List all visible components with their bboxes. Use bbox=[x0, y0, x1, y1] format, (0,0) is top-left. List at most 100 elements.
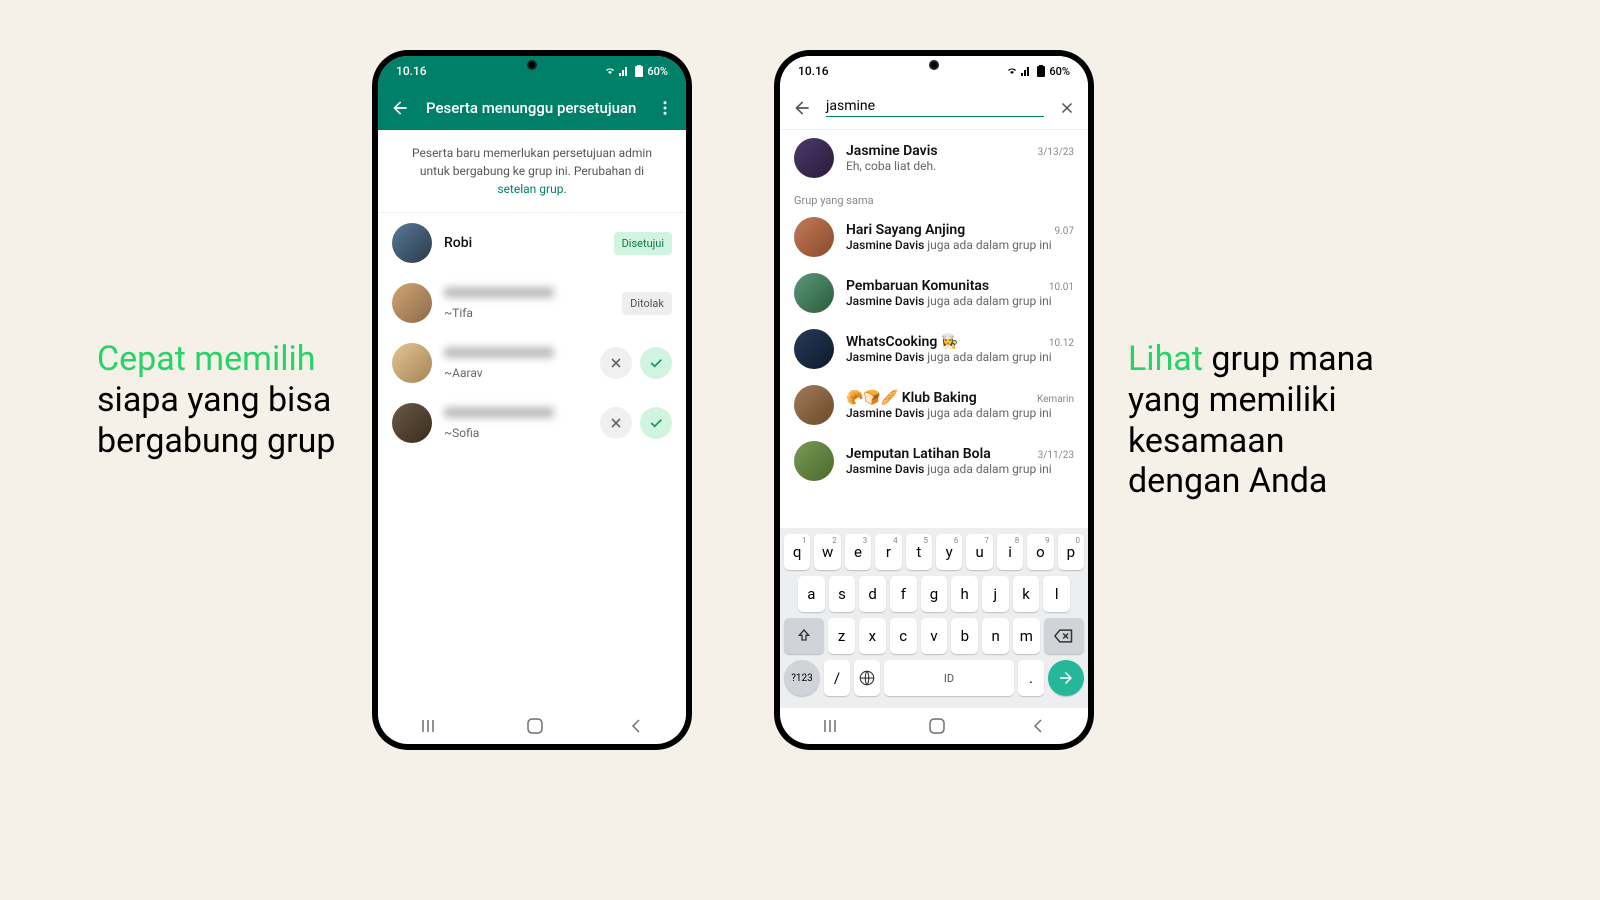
back-button[interactable] bbox=[390, 98, 410, 118]
key-t[interactable]: t5 bbox=[906, 534, 932, 570]
group-name: WhatsCooking 👩‍🍳 bbox=[846, 334, 958, 350]
contact-time: 3/13/23 bbox=[1038, 147, 1074, 158]
caption-right: Lihat grup mana yang memiliki kesamaan d… bbox=[1128, 339, 1388, 502]
key-e[interactable]: e3 bbox=[845, 534, 871, 570]
key-v[interactable]: v bbox=[921, 618, 948, 654]
list-item[interactable]: Robi Disetujui bbox=[378, 213, 686, 273]
wifi-icon bbox=[1006, 66, 1018, 76]
status-icons: 60% bbox=[1006, 65, 1070, 78]
key-g[interactable]: g bbox=[921, 576, 948, 612]
keyboard: q1w2e3r4t5y6u7i8o9p0 asdfghjkl zxcvbnm ?… bbox=[780, 528, 1088, 708]
key-space[interactable]: ID bbox=[884, 660, 1014, 696]
search-input[interactable]: jasmine bbox=[826, 98, 1044, 117]
group-result[interactable]: WhatsCooking 👩‍🍳10.12Jasmine Davis juga … bbox=[780, 321, 1088, 377]
key-m[interactable]: m bbox=[1013, 618, 1040, 654]
avatar bbox=[794, 385, 834, 425]
key-h[interactable]: h bbox=[951, 576, 978, 612]
key-f[interactable]: f bbox=[890, 576, 917, 612]
nav-home-icon[interactable] bbox=[929, 718, 945, 734]
list-item[interactable]: ~Sofia bbox=[378, 393, 686, 453]
participant-name: Robi bbox=[444, 235, 602, 251]
key-c[interactable]: c bbox=[890, 618, 917, 654]
key-i[interactable]: i8 bbox=[997, 534, 1023, 570]
avatar bbox=[794, 441, 834, 481]
avatar bbox=[794, 329, 834, 369]
key-z[interactable]: z bbox=[828, 618, 855, 654]
approve-button[interactable] bbox=[640, 347, 672, 379]
status-badge-rejected: Ditolak bbox=[622, 292, 672, 315]
results-list: Jasmine Davis3/13/23 Eh, coba liat deh. … bbox=[780, 130, 1088, 528]
group-result[interactable]: Jemputan Latihan Bola3/11/23Jasmine Davi… bbox=[780, 433, 1088, 489]
key-b[interactable]: b bbox=[951, 618, 978, 654]
status-time: 10.16 bbox=[396, 64, 427, 78]
key-l[interactable]: l bbox=[1043, 576, 1070, 612]
group-sub: Jasmine Davis juga ada dalam grup ini bbox=[846, 238, 1074, 252]
group-time: 10.12 bbox=[1049, 338, 1074, 349]
key-go[interactable] bbox=[1048, 660, 1084, 696]
back-button[interactable] bbox=[792, 98, 812, 118]
key-n[interactable]: n bbox=[982, 618, 1009, 654]
approve-button[interactable] bbox=[640, 407, 672, 439]
key-w[interactable]: w2 bbox=[814, 534, 840, 570]
more-button[interactable] bbox=[656, 99, 674, 117]
key-k[interactable]: k bbox=[1013, 576, 1040, 612]
status-time: 10.16 bbox=[798, 64, 829, 78]
key-backspace[interactable] bbox=[1044, 618, 1084, 654]
key-dot[interactable]: . bbox=[1018, 660, 1044, 696]
reject-button[interactable] bbox=[600, 347, 632, 379]
key-shift[interactable] bbox=[784, 618, 824, 654]
group-result[interactable]: 🥐🍞🥖 Klub BakingKemarinJasmine Davis juga… bbox=[780, 377, 1088, 433]
clear-button[interactable] bbox=[1058, 99, 1076, 117]
group-time: 10.01 bbox=[1049, 282, 1074, 293]
reject-button[interactable] bbox=[600, 407, 632, 439]
caption-left: Cepat memilih siapa yang bisa bergabung … bbox=[97, 339, 357, 461]
avatar bbox=[794, 138, 834, 178]
group-result[interactable]: Hari Sayang Anjing9.07Jasmine Davis juga… bbox=[780, 209, 1088, 265]
key-j[interactable]: j bbox=[982, 576, 1009, 612]
key-r[interactable]: r4 bbox=[875, 534, 901, 570]
participant-alias: ~Tifa bbox=[444, 306, 610, 320]
group-name: Jemputan Latihan Bola bbox=[846, 446, 991, 462]
key-a[interactable]: a bbox=[798, 576, 825, 612]
key-u[interactable]: u7 bbox=[966, 534, 992, 570]
avatar bbox=[392, 223, 432, 263]
key-symbols[interactable]: ?123 bbox=[784, 660, 820, 696]
key-p[interactable]: p0 bbox=[1058, 534, 1084, 570]
battery-icon bbox=[1036, 65, 1046, 77]
group-sub: Jasmine Davis juga ada dalam grup ini bbox=[846, 406, 1074, 420]
group-result[interactable]: Pembaruan Komunitas10.01Jasmine Davis ju… bbox=[780, 265, 1088, 321]
nav-back-icon[interactable] bbox=[1032, 718, 1044, 734]
key-y[interactable]: y6 bbox=[936, 534, 962, 570]
caption-left-text: siapa yang bisa bergabung grup bbox=[97, 380, 336, 461]
key-s[interactable]: s bbox=[829, 576, 856, 612]
contact-result[interactable]: Jasmine Davis3/13/23 Eh, coba liat deh. bbox=[780, 130, 1088, 186]
group-time: Kemarin bbox=[1037, 394, 1074, 405]
caption-left-highlight: Cepat memilih bbox=[97, 339, 316, 379]
camera-hole bbox=[929, 60, 939, 70]
group-name: Pembaruan Komunitas bbox=[846, 278, 989, 294]
phone-search: 10.16 60% jasmine Jasmine Davis3/13/23 E… bbox=[774, 50, 1094, 750]
list-item[interactable]: ~Tifa Ditolak bbox=[378, 273, 686, 333]
blurred-number bbox=[444, 287, 554, 298]
list-item[interactable]: ~Aarav bbox=[378, 333, 686, 393]
key-globe[interactable] bbox=[854, 660, 880, 696]
phone-approval: 10.16 60% Peserta menunggu persetujuan P… bbox=[372, 50, 692, 750]
status-badge-approved: Disetujui bbox=[614, 232, 672, 255]
avatar bbox=[794, 273, 834, 313]
key-slash[interactable]: / bbox=[824, 660, 850, 696]
pending-list: Robi Disetujui ~Tifa Ditolak ~Aarav ~Sof… bbox=[378, 213, 686, 708]
nav-back-icon[interactable] bbox=[630, 718, 642, 734]
battery-percent: 60% bbox=[1049, 65, 1070, 78]
key-q[interactable]: q1 bbox=[784, 534, 810, 570]
key-x[interactable]: x bbox=[859, 618, 886, 654]
group-time: 3/11/23 bbox=[1038, 450, 1074, 461]
group-name: Hari Sayang Anjing bbox=[846, 222, 965, 238]
key-o[interactable]: o9 bbox=[1027, 534, 1053, 570]
nav-recents-icon[interactable] bbox=[824, 719, 842, 733]
nav-home-icon[interactable] bbox=[527, 718, 543, 734]
nav-recents-icon[interactable] bbox=[422, 719, 440, 733]
avatar bbox=[392, 283, 432, 323]
group-settings-link[interactable]: setelan grup bbox=[497, 182, 563, 196]
key-d[interactable]: d bbox=[859, 576, 886, 612]
contact-message: Eh, coba liat deh. bbox=[846, 159, 1074, 173]
